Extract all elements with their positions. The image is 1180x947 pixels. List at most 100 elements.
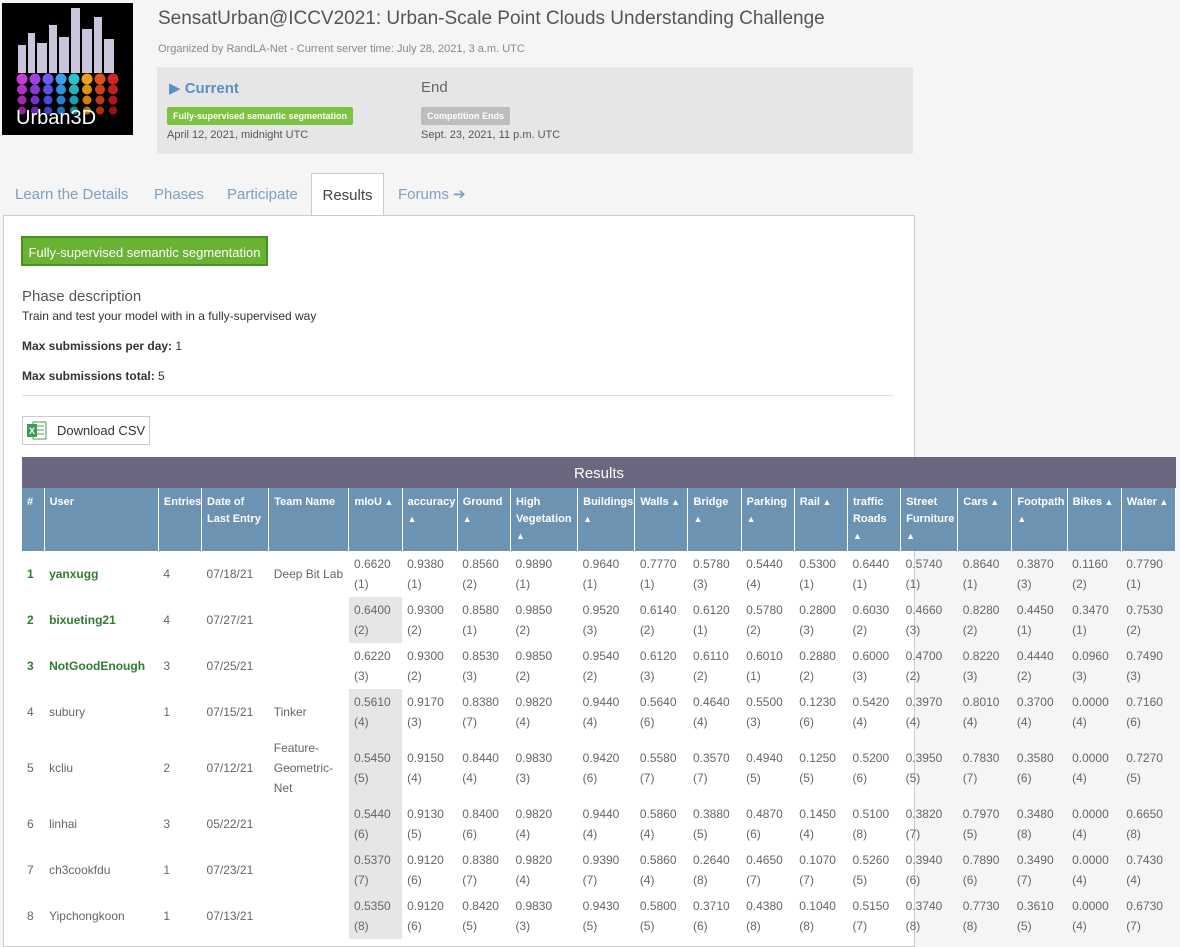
divider [22,395,893,396]
sort-ascending-icon[interactable]: ▲ [583,514,592,524]
score-value: 0.9540 [582,649,620,663]
column-header-footpath[interactable]: Footpath ▲ [1011,488,1068,551]
column-header-bridge[interactable]: Bridge ▲ [687,488,742,551]
tab-phases[interactable]: Phases [154,173,204,215]
sort-ascending-icon[interactable]: ▲ [1017,514,1026,524]
phase-select-button[interactable]: Fully-supervised semantic segmentation [21,236,268,266]
user-cell[interactable]: bixueting21 [44,597,158,643]
column-header-label: High Vegetation [515,496,572,525]
tab-forums[interactable]: Forums ➔ [398,173,466,215]
score-rank: (6) [1016,771,1032,785]
sort-ascending-icon[interactable]: ▲ [1157,497,1168,507]
score-rank: (6) [905,873,921,887]
user-cell[interactable]: subury [44,689,158,735]
score-cell: 0.6620 (1) [349,551,402,597]
score-rank: (7) [462,715,477,729]
score-rank: (4) [1072,827,1087,841]
user-cell[interactable]: linhai [44,801,158,847]
score-rank: (3) [1072,669,1087,683]
score-value: 0.5580 [639,751,677,765]
rank-cell: 4 [27,705,34,719]
column-header-accuracy[interactable]: accuracy ▲ [402,488,458,551]
sort-ascending-icon[interactable]: ▲ [669,497,680,507]
score-rank: (4) [1126,873,1141,887]
score-cell: 0.3570 (7) [688,735,741,801]
score-rank: (3) [905,623,921,637]
column-header-ground[interactable]: Ground ▲ [457,488,511,551]
score-rank: (7) [962,771,978,785]
score-value: 0.5150 [852,899,890,913]
sort-ascending-icon[interactable]: ▲ [693,514,702,524]
sort-ascending-icon[interactable]: ▲ [820,497,831,507]
score-value: 0.7530 [1126,603,1163,617]
score-rank: (5) [799,771,814,785]
user-cell[interactable]: ch3cookfdu [44,847,158,893]
score-value: 0.6650 [1126,807,1163,821]
column-header-buildings[interactable]: Buildings ▲ [577,488,636,551]
tab-learn-the-details[interactable]: Learn the Details [15,173,128,215]
tab-results[interactable]: Results [311,173,384,217]
entries-cell: 2 [163,761,171,775]
score-value: 0.6010 [746,649,783,663]
sort-ascending-icon[interactable]: ▲ [1102,497,1113,507]
column-header-miou[interactable]: mIoU ▲ [348,488,403,551]
table-row: 4 subury 1 07/15/21 Tinker 0.5610 (4) 0.9170 (3)… [22,689,1176,735]
score-cell: 0.9640 (1) [578,551,635,597]
score-rank: (1) [905,577,921,591]
score-value: 0.6440 [852,557,890,571]
score-rank: (3) [692,577,708,591]
column-header-water[interactable]: Water ▲ [1121,488,1177,551]
score-rank: (4) [639,827,655,841]
user-cell[interactable]: Yipchongkoon [44,893,158,939]
column-header-label: traffic Roads [852,496,887,525]
score-rank: (4) [639,873,655,887]
score-value: 0.5860 [639,853,677,867]
user-cell[interactable]: yanxugg [44,551,158,597]
column-header-bikes[interactable]: Bikes ▲ [1067,488,1122,551]
score-rank: (3) [1126,669,1141,683]
score-value: 0.3610 [1016,899,1054,913]
user-cell[interactable]: kcliu [44,735,158,801]
score-value: 0.7970 [962,807,1000,821]
sort-ascending-icon[interactable]: ▲ [382,497,393,507]
sort-ascending-icon[interactable]: ▲ [463,514,472,524]
score-cell: 0.7530 (2) [1121,597,1175,643]
column-header-rail[interactable]: Rail ▲ [794,488,848,551]
score-value: 0.3740 [905,899,943,913]
phase-current-label: Current [184,80,239,97]
column-header-parking[interactable]: Parking ▲ [741,488,795,551]
score-cell: 0.1230 (6) [794,689,847,735]
score-cell: 0.1250 (5) [794,735,847,801]
column-header-walls[interactable]: Walls ▲ [634,488,689,551]
score-value: 0.9830 [515,751,553,765]
sort-ascending-icon[interactable]: ▲ [988,497,999,507]
score-rank: (5) [746,771,761,785]
date-cell: 07/23/21 [206,863,254,877]
column-header-street-furniture[interactable]: Street Furniture ▲ [900,488,959,551]
download-csv-button[interactable]: X Download CSV [22,416,150,445]
phase-current[interactable]: ▶ Current [169,79,239,97]
score-cell: 0.2640 (8) [688,847,741,893]
column-header-high-vegetation[interactable]: High Vegetation ▲ [510,488,579,551]
tab-participate[interactable]: Participate [227,173,298,215]
sort-ascending-icon[interactable]: ▲ [408,514,417,524]
column-header-traffic-roads[interactable]: traffic Roads ▲ [847,488,902,551]
sort-ascending-icon[interactable]: ▲ [516,531,525,541]
rank-cell: 5 [27,761,34,775]
sort-ascending-icon[interactable]: ▲ [906,531,915,541]
column-header-cars[interactable]: Cars ▲ [957,488,1013,551]
score-rank: (1) [1126,577,1141,591]
sort-ascending-icon[interactable]: ▲ [853,531,862,541]
user-cell[interactable]: NotGoodEnough [44,643,158,689]
score-value: 0.4700 [905,649,943,663]
score-value: 0.8440 [462,751,499,765]
score-rank: (6) [639,715,655,729]
score-value: 0.3870 [1016,557,1054,571]
table-row: 1 yanxugg 4 07/18/21 Deep Bit Lab 0.6620 (1) 0.… [22,551,1176,597]
score-value: 0.9640 [582,557,620,571]
score-value: 0.3940 [905,853,943,867]
score-value: 0.0000 [1072,807,1109,821]
sort-ascending-icon[interactable]: ▲ [747,514,756,524]
entries-cell: 4 [163,613,171,627]
current-phase-badge: Fully-supervised semantic segmentation [167,107,354,125]
